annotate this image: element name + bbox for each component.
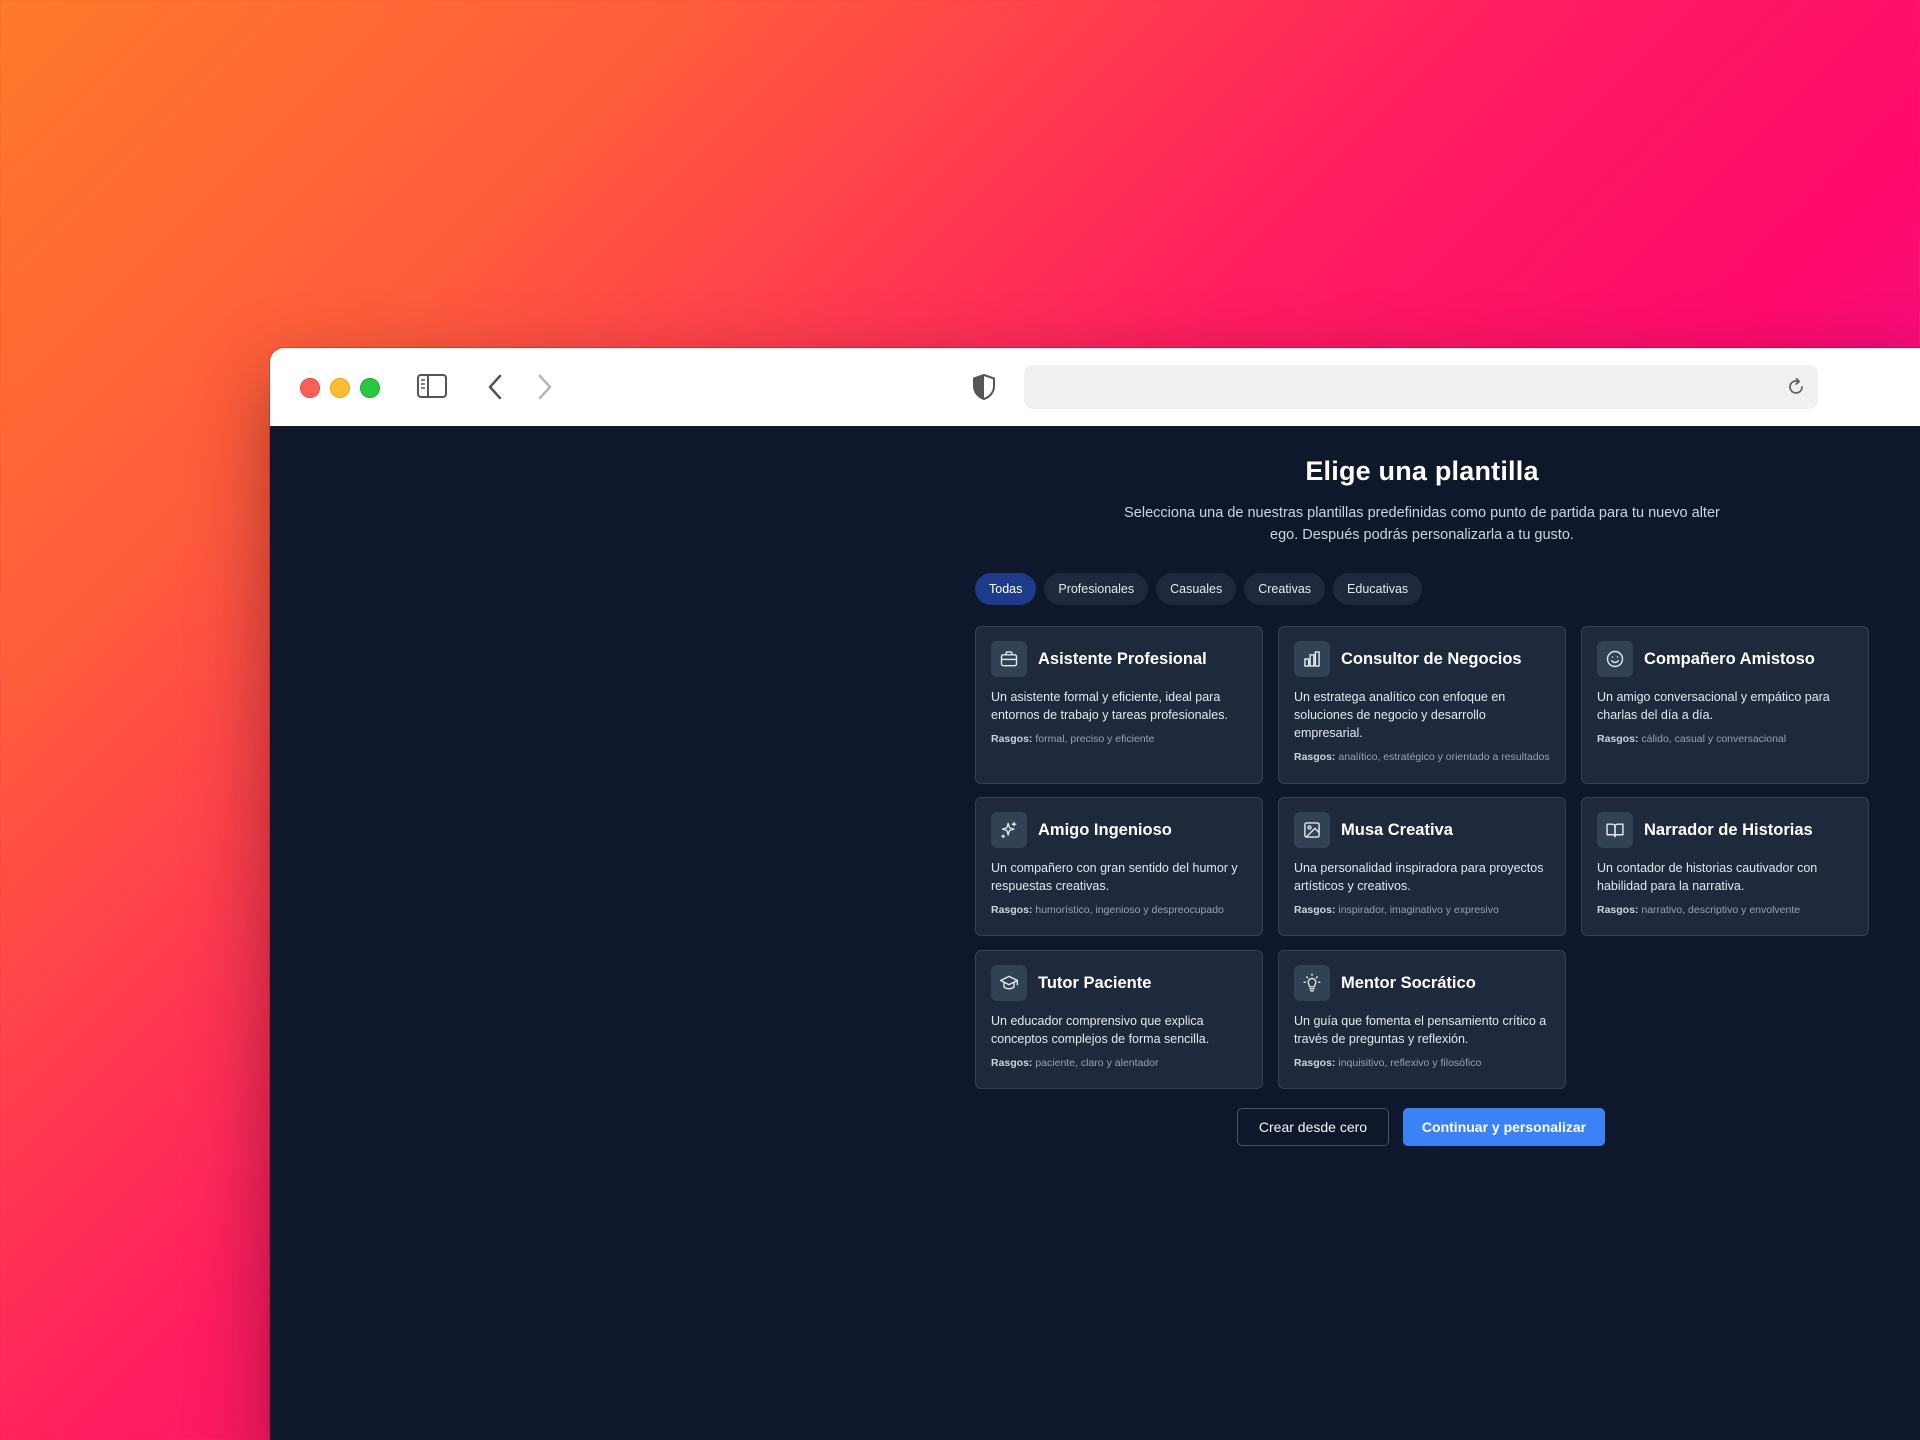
traits-value: cálido, casual y conversacional xyxy=(1641,733,1787,745)
card-traits: Rasgos: paciente, claro y alentador xyxy=(991,1057,1247,1069)
card-title: Compañero Amistoso xyxy=(1644,649,1815,668)
card-traits: Rasgos: cálido, casual y conversacional xyxy=(1597,733,1853,745)
traits-label: Rasgos: xyxy=(991,1057,1033,1069)
bar-chart-icon xyxy=(1294,641,1330,677)
card-traits: Rasgos: inquisitivo, reflexivo y filosóf… xyxy=(1294,1057,1550,1069)
card-description: Un contador de historias cautivador con … xyxy=(1597,861,1818,893)
card-title: Amigo Ingenioso xyxy=(1038,820,1172,839)
open-book-icon xyxy=(1597,812,1633,848)
traits-label: Rasgos: xyxy=(1294,751,1336,763)
filter-tab-creativas[interactable]: Creativas xyxy=(1244,573,1326,605)
card-description: Un asistente formal y eficiente, ideal p… xyxy=(991,690,1228,722)
back-arrow-icon[interactable] xyxy=(482,372,508,402)
card-title: Mentor Socrático xyxy=(1341,973,1476,992)
graduation-cap-icon xyxy=(991,965,1027,1001)
card-description: Un amigo conversacional y empático para … xyxy=(1597,690,1830,722)
sparkles-icon xyxy=(991,812,1027,848)
template-card-asistente-profesional[interactable]: Asistente Profesional Un asistente forma… xyxy=(975,626,1263,784)
filter-tab-casuales[interactable]: Casuales xyxy=(1156,573,1237,605)
page-content: Elige una plantilla Selecciona una de nu… xyxy=(270,426,1920,1440)
filter-tabs: Todas Profesionales Casuales Creativas E… xyxy=(975,573,1423,605)
image-icon xyxy=(1294,812,1330,848)
template-card-consultor-de-negocios[interactable]: Consultor de Negocios Un estratega analí… xyxy=(1278,626,1566,784)
zoom-window-button[interactable] xyxy=(360,378,380,398)
card-traits: Rasgos: formal, preciso y eficiente xyxy=(991,733,1247,745)
traits-value: formal, preciso y eficiente xyxy=(1035,733,1155,745)
card-title: Narrador de Historias xyxy=(1644,820,1813,839)
smile-icon xyxy=(1597,641,1633,677)
address-bar[interactable] xyxy=(1024,365,1818,409)
filter-tab-profesionales[interactable]: Profesionales xyxy=(1044,573,1149,605)
traits-value: humorístico, ingenioso y despreocupado xyxy=(1035,904,1224,916)
page-title: Elige una plantilla xyxy=(1305,456,1539,486)
close-window-button[interactable] xyxy=(300,378,320,398)
template-card-amigo-ingenioso[interactable]: Amigo Ingenioso Un compañero con gran se… xyxy=(975,797,1263,936)
filter-tab-educativas[interactable]: Educativas xyxy=(1333,573,1423,605)
card-title: Asistente Profesional xyxy=(1038,649,1207,668)
template-card-narrador-de-historias[interactable]: Narrador de Historias Un contador de his… xyxy=(1581,797,1869,936)
create-from-scratch-button[interactable]: Crear desde cero xyxy=(1237,1108,1389,1146)
privacy-shield-icon[interactable] xyxy=(970,372,998,402)
template-card-musa-creativa[interactable]: Musa Creativa Una personalidad inspirado… xyxy=(1278,797,1566,936)
lightbulb-icon xyxy=(1294,965,1330,1001)
traits-label: Rasgos: xyxy=(991,904,1033,916)
card-description: Un compañero con gran sentido del humor … xyxy=(991,861,1238,893)
card-traits: Rasgos: inspirador, imaginativo y expres… xyxy=(1294,904,1550,916)
traits-value: analítico, estratégico y orientado a res… xyxy=(1338,751,1550,763)
traits-label: Rasgos: xyxy=(1294,904,1336,916)
browser-window: Elige una plantilla Selecciona una de nu… xyxy=(270,348,1920,1440)
card-description: Un estratega analítico con enfoque en so… xyxy=(1294,690,1506,740)
card-description: Una personalidad inspiradora para proyec… xyxy=(1294,861,1544,893)
template-card-companero-amistoso[interactable]: Compañero Amistoso Un amigo conversacion… xyxy=(1581,626,1869,784)
template-card-mentor-socratico[interactable]: Mentor Socrático Un guía que fomenta el … xyxy=(1278,950,1566,1089)
reload-icon[interactable] xyxy=(1782,373,1810,401)
card-description: Un educador comprensivo que explica conc… xyxy=(991,1014,1210,1046)
traits-label: Rasgos: xyxy=(1597,733,1639,745)
filter-tab-todas[interactable]: Todas xyxy=(975,573,1037,605)
page-subtitle: Selecciona una de nuestras plantillas pr… xyxy=(1124,505,1720,543)
card-description: Un guía que fomenta el pensamiento críti… xyxy=(1294,1014,1547,1046)
action-buttons: Crear desde cero Continuar y personaliza… xyxy=(1237,1108,1605,1146)
card-traits: Rasgos: narrativo, descriptivo y envolve… xyxy=(1597,904,1853,916)
traits-value: paciente, claro y alentador xyxy=(1035,1057,1159,1069)
forward-arrow-icon[interactable] xyxy=(532,372,558,402)
sidebar-toggle-icon[interactable] xyxy=(416,372,448,400)
template-card-tutor-paciente[interactable]: Tutor Paciente Un educador comprensivo q… xyxy=(975,950,1263,1089)
traits-label: Rasgos: xyxy=(1597,904,1639,916)
briefcase-icon xyxy=(991,641,1027,677)
traits-value: inquisitivo, reflexivo y filosófico xyxy=(1338,1057,1482,1069)
card-traits: Rasgos: humorístico, ingenioso y despreo… xyxy=(991,904,1247,916)
traits-label: Rasgos: xyxy=(991,733,1033,745)
card-title: Consultor de Negocios xyxy=(1341,649,1522,668)
minimize-window-button[interactable] xyxy=(330,378,350,398)
card-traits: Rasgos: analítico, estratégico y orienta… xyxy=(1294,751,1550,763)
card-title: Musa Creativa xyxy=(1341,820,1453,839)
traits-value: inspirador, imaginativo y expresivo xyxy=(1338,904,1499,916)
continue-customize-button[interactable]: Continuar y personalizar xyxy=(1403,1108,1605,1146)
card-title: Tutor Paciente xyxy=(1038,973,1152,992)
traits-label: Rasgos: xyxy=(1294,1057,1336,1069)
browser-toolbar xyxy=(270,348,1920,427)
traits-value: narrativo, descriptivo y envolvente xyxy=(1641,904,1801,916)
